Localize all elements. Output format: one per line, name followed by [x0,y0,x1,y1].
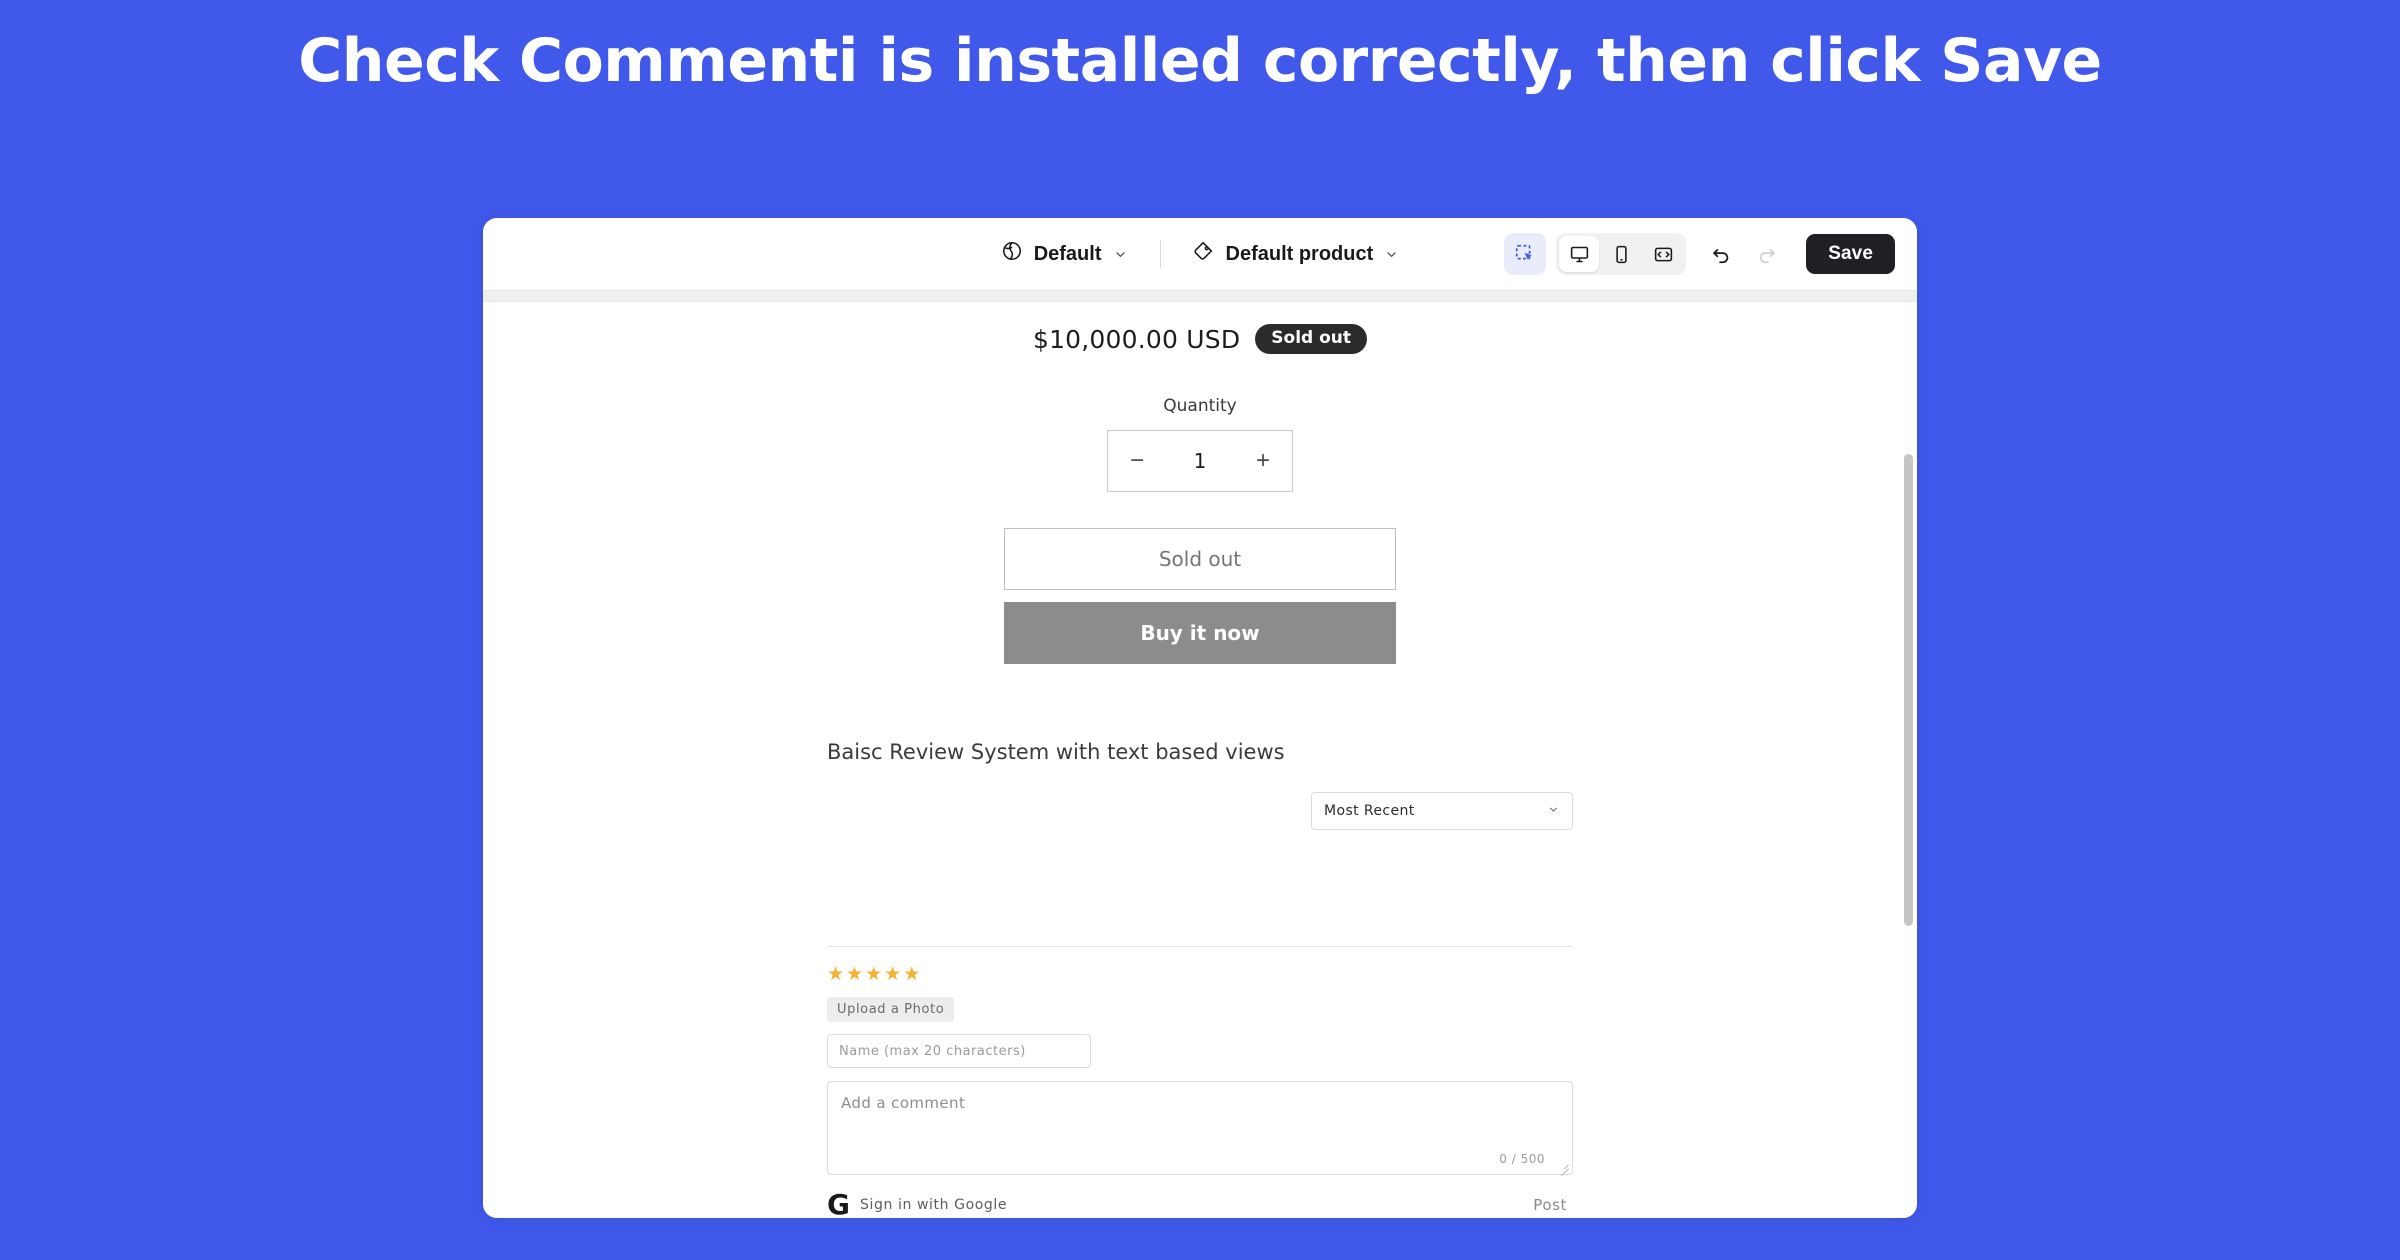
page-title: Check Commenti is installed correctly, t… [298,26,2102,96]
comment-field-wrapper: 0 / 500 [827,1081,1573,1177]
name-field[interactable] [827,1034,1091,1068]
globe-icon [1001,240,1023,268]
mobile-icon[interactable] [1601,236,1641,272]
product-cta-group: Sold out Buy it now [1004,528,1396,664]
storefront-preview: $10,000.00 USD Sold out Quantity − 1 + S… [483,302,1917,1218]
comment-field[interactable] [827,1081,1573,1175]
google-signin-button[interactable]: G Sign in with Google [827,1188,1008,1219]
template-selector-label: Default product [1225,242,1374,265]
review-sort-row: Most Recent [827,792,1573,830]
product-section: $10,000.00 USD Sold out Quantity − 1 + S… [483,302,1917,1218]
star-icon[interactable]: ★ [827,965,844,984]
device-preview-toggle-group [1556,233,1687,275]
star-icon[interactable]: ★ [865,965,882,984]
toolbar-bottom-divider [483,290,1917,302]
theme-editor-window: Default Default product Save $10,000.00 … [483,218,1917,1218]
status-badge: Sold out [1255,324,1368,354]
review-sort-value: Most Recent [1324,803,1415,819]
theme-selector[interactable]: Default [991,234,1138,274]
chevron-down-icon [1113,247,1128,262]
google-icon: G [827,1188,850,1219]
rating-star-input[interactable]: ★ ★ ★ ★ ★ [827,965,1573,984]
history-controls [1700,233,1788,275]
review-sort-select[interactable]: Most Recent [1311,792,1573,830]
star-icon[interactable]: ★ [846,965,863,984]
quantity-decrease-button[interactable]: − [1130,449,1144,473]
star-icon[interactable]: ★ [903,965,920,984]
template-selector[interactable]: Default product [1183,234,1410,274]
redo-icon [1746,233,1788,275]
full-width-icon[interactable] [1643,236,1683,272]
quantity-label: Quantity [1163,396,1237,416]
price-row: $10,000.00 USD Sold out [483,324,1917,354]
preview-scrollbar-thumb[interactable] [1904,454,1913,926]
editor-toolbar: Default Default product Save [483,218,1917,290]
toolbar-actions: Save [1504,218,1895,290]
theme-selector-label: Default [1033,242,1102,265]
quantity-value[interactable]: 1 [1194,449,1207,473]
toolbar-divider [1159,240,1161,268]
quantity-increase-button[interactable]: + [1256,449,1270,473]
resize-handle[interactable] [1557,1159,1569,1177]
product-price: $10,000.00 USD [1032,324,1241,354]
review-widget: Baisc Review System with text based view… [827,740,1573,1218]
review-form-footer: G Sign in with Google Post [827,1188,1573,1219]
preview-scrollbar[interactable] [1904,302,1913,1218]
chevron-down-icon [1384,247,1399,262]
sold-out-button: Sold out [1004,528,1396,590]
buy-it-now-button[interactable]: Buy it now [1004,602,1396,664]
review-list-divider [827,946,1573,947]
quantity-stepper: − 1 + [1107,430,1293,492]
price-tag-icon [1193,240,1215,268]
upload-photo-button[interactable]: Upload a Photo [827,997,955,1022]
post-review-button[interactable]: Post [1527,1192,1573,1218]
undo-icon[interactable] [1700,233,1742,275]
save-button[interactable]: Save [1806,234,1895,274]
desktop-icon[interactable] [1559,236,1600,272]
google-signin-label: Sign in with Google [859,1197,1008,1213]
chevron-down-icon [1547,803,1560,820]
select-cursor-icon[interactable] [1504,233,1547,275]
star-icon[interactable]: ★ [884,965,901,984]
review-widget-title: Baisc Review System with text based view… [827,740,1285,764]
character-counter: 0 / 500 [1499,1152,1545,1166]
